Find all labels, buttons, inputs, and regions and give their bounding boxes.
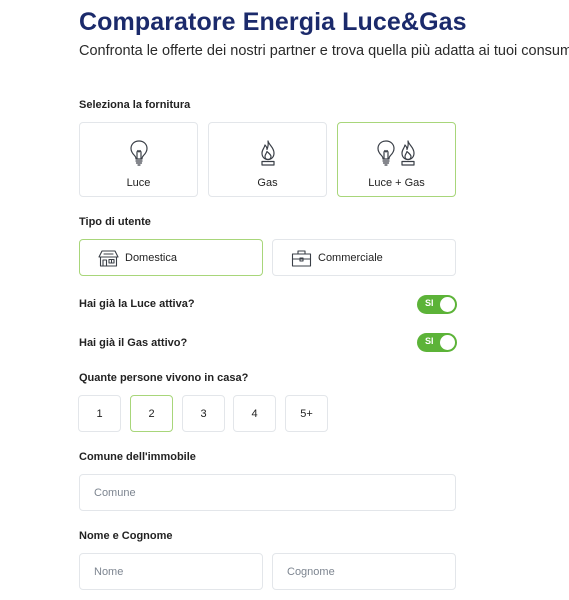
supply-option-label: Luce + Gas: [368, 177, 425, 189]
user-type-label: Tipo di utente: [79, 216, 151, 228]
people-option-2[interactable]: 2: [130, 395, 173, 432]
nome-input[interactable]: [79, 553, 263, 590]
people-option-1[interactable]: 1: [78, 395, 121, 432]
toggle-value: SI: [425, 336, 434, 346]
user-type-commerciale[interactable]: Commerciale: [272, 239, 456, 276]
user-type-option-label: Domestica: [125, 251, 177, 264]
supply-option-label: Gas: [257, 177, 278, 189]
luce-active-toggle[interactable]: SI: [417, 295, 457, 314]
lightbulb-flame-icon: [376, 135, 418, 167]
people-option-5-plus[interactable]: 5+: [285, 395, 328, 432]
comune-input[interactable]: [79, 474, 456, 511]
people-label: Quante persone vivono in casa?: [79, 372, 249, 384]
page-title: Comparatore Energia Luce&Gas: [79, 8, 467, 36]
user-type-domestica[interactable]: Domestica: [79, 239, 263, 276]
lightbulb-icon: [129, 135, 149, 167]
briefcase-icon: [291, 249, 312, 267]
people-option-3[interactable]: 3: [182, 395, 225, 432]
toggle-knob: [440, 335, 455, 350]
page-subtitle: Confronta le offerte dei nostri partner …: [79, 43, 569, 59]
gas-active-label: Hai già il Gas attivo?: [79, 337, 188, 349]
supply-option-luce-gas[interactable]: Luce + Gas: [337, 122, 456, 197]
flame-icon: [258, 135, 278, 167]
people-option-4[interactable]: 4: [233, 395, 276, 432]
supply-option-gas[interactable]: Gas: [208, 122, 327, 197]
comune-label: Comune dell'immobile: [79, 451, 196, 463]
luce-active-label: Hai già la Luce attiva?: [79, 298, 195, 310]
gas-active-toggle[interactable]: SI: [417, 333, 457, 352]
nome-cognome-label: Nome e Cognome: [79, 530, 173, 542]
supply-option-label: Luce: [126, 177, 151, 189]
toggle-value: SI: [425, 298, 434, 308]
house-icon: [98, 249, 119, 267]
user-type-option-label: Commerciale: [318, 251, 383, 264]
supply-label: Seleziona la fornitura: [79, 99, 191, 111]
cognome-input[interactable]: [272, 553, 456, 590]
supply-option-luce[interactable]: Luce: [79, 122, 198, 197]
toggle-knob: [440, 297, 455, 312]
